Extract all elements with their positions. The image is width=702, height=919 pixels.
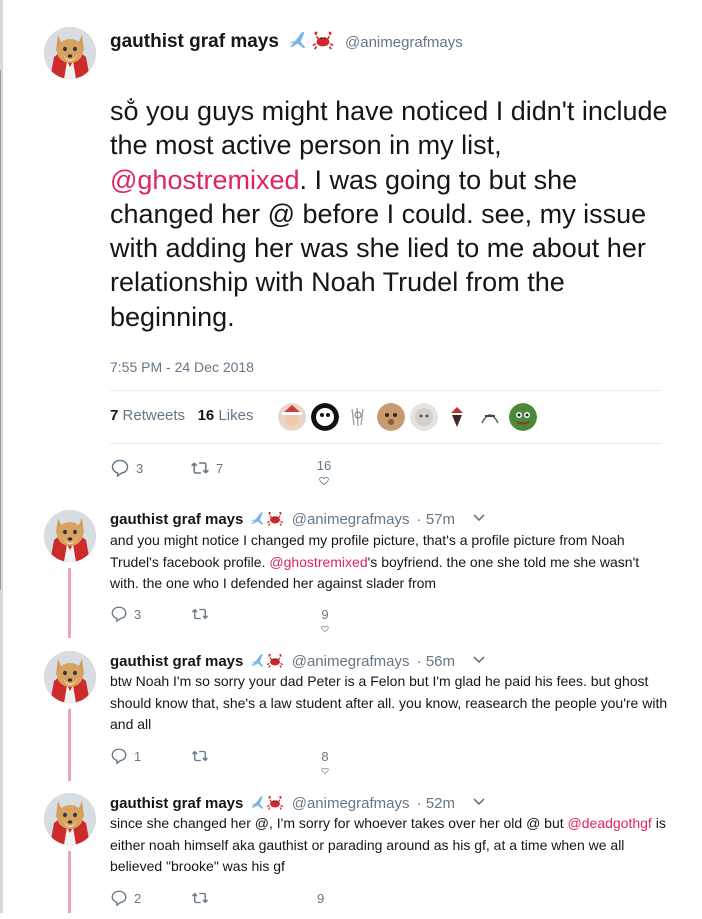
tweet-stats: 7 Retweets 16 Likes	[110, 407, 253, 424]
mention-link[interactable]: @deadgothgf	[568, 815, 652, 831]
mention-link[interactable]: @ghostremixed	[269, 554, 367, 570]
reply-actions: 1 8	[110, 747, 350, 777]
reply-icon	[110, 605, 128, 623]
reply-tweet: gauthist graf mays @animegrafmays · 52m …	[0, 789, 702, 913]
crab-icon	[266, 510, 284, 527]
author-handle[interactable]: @animegrafmays	[292, 795, 410, 812]
avatar[interactable]	[44, 27, 96, 79]
like-count: 9	[321, 607, 329, 622]
chevron-down-icon[interactable]	[473, 651, 485, 668]
crab-icon	[266, 652, 284, 669]
like-button[interactable]: 9	[317, 607, 333, 634]
liker-avatar[interactable]	[476, 403, 504, 431]
tweet-text-part: so̐ you guys might have noticed I didn't…	[110, 96, 668, 161]
reply-header: gauthist graf mays @animegrafmays · 52m	[110, 793, 485, 812]
reply-actions: 3 9	[110, 605, 350, 635]
airplane-icon	[248, 510, 266, 527]
tweet-text: so̐ you guys might have noticed I didn't…	[110, 94, 670, 334]
liker-avatar[interactable]	[377, 403, 405, 431]
like-count: 9	[317, 891, 325, 906]
author-name[interactable]: gauthist graf mays	[110, 653, 243, 670]
reply-header: gauthist graf mays @animegrafmays · 56m	[110, 651, 485, 670]
reply-tweet: gauthist graf mays @animegrafmays · 57m …	[0, 505, 702, 645]
reply-count: 3	[136, 460, 144, 476]
author-handle[interactable]: @animegrafmays	[292, 511, 410, 528]
reply-icon	[110, 889, 128, 907]
avatar[interactable]	[44, 651, 96, 703]
author-name[interactable]: gauthist graf mays	[110, 795, 243, 812]
chevron-down-icon[interactable]	[473, 509, 485, 526]
avatar[interactable]	[44, 510, 96, 562]
author-name[interactable]: gauthist graf mays	[110, 31, 279, 52]
retweet-button[interactable]	[190, 889, 216, 907]
retweet-icon	[190, 747, 210, 765]
reply-count: 3	[134, 606, 142, 622]
liker-avatar[interactable]	[509, 403, 537, 431]
reply-text: btw Noah I'm so sorry your dad Peter is …	[110, 671, 670, 736]
reply-count: 2	[134, 890, 142, 906]
retweet-icon	[190, 458, 210, 478]
like-button[interactable]: 9	[317, 891, 324, 906]
avatar[interactable]	[44, 793, 96, 845]
tweet-author[interactable]: gauthist graf mays	[110, 29, 335, 53]
crab-icon	[311, 29, 335, 51]
reply-button[interactable]: 3	[110, 458, 143, 478]
reply-icon	[110, 458, 130, 478]
heart-icon	[317, 624, 333, 634]
reply-text: and you might notice I changed my profil…	[110, 530, 670, 595]
heart-icon	[315, 475, 333, 487]
reply-button[interactable]: 1	[110, 747, 141, 765]
heart-icon	[317, 766, 333, 776]
reply-text: since she changed her @, I'm sorry for w…	[110, 813, 670, 878]
thread-line	[68, 851, 71, 913]
reply-button[interactable]: 3	[110, 605, 141, 623]
like-button[interactable]: 8	[317, 749, 333, 776]
mention-link[interactable]: @ghostremixed	[110, 165, 300, 195]
airplane-icon	[248, 652, 266, 669]
like-count: 8	[321, 749, 329, 764]
retweet-count: 7	[216, 460, 224, 476]
liker-avatar[interactable]	[443, 403, 471, 431]
author-handle[interactable]: @animegrafmays	[292, 653, 410, 670]
retweet-button[interactable]	[190, 605, 216, 623]
reply-icon	[110, 747, 128, 765]
liker-avatar[interactable]	[278, 403, 306, 431]
liker-avatar[interactable]	[410, 403, 438, 431]
thread-line	[68, 568, 71, 638]
liker-avatar[interactable]	[311, 403, 339, 431]
airplane-icon	[285, 29, 309, 51]
reply-text-part: btw Noah I'm so sorry your dad Peter is …	[110, 673, 668, 732]
reply-header: gauthist graf mays @animegrafmays · 57m	[110, 509, 485, 528]
chevron-down-icon[interactable]	[473, 793, 485, 810]
author-name[interactable]: gauthist graf mays	[110, 511, 243, 528]
reply-tweet: gauthist graf mays @animegrafmays · 56m …	[0, 647, 702, 787]
reply-text-part: since she changed her @, I'm sorry for w…	[110, 815, 568, 831]
crab-icon	[266, 794, 284, 811]
reply-time[interactable]: · 56m	[417, 653, 455, 670]
tweet-actions: 3 7 16	[110, 458, 350, 488]
retweet-button[interactable]: 7	[190, 458, 223, 478]
likes-stat[interactable]: 16 Likes	[198, 407, 254, 424]
reply-count: 1	[134, 748, 142, 764]
retweet-icon	[190, 605, 210, 623]
author-handle[interactable]: @animegrafmays	[345, 34, 463, 51]
like-button[interactable]: 16	[315, 458, 333, 487]
divider	[110, 390, 661, 391]
like-count: 16	[316, 458, 332, 473]
reply-time[interactable]: · 52m	[417, 795, 455, 812]
airplane-icon	[248, 794, 266, 811]
retweet-icon	[190, 889, 210, 907]
reply-time[interactable]: · 57m	[417, 511, 455, 528]
liker-avatar[interactable]	[344, 403, 372, 431]
divider	[110, 443, 661, 444]
tweet-timestamp[interactable]: 7:55 PM - 24 Dec 2018	[110, 359, 254, 375]
reply-actions: 2 9	[110, 889, 350, 919]
retweets-stat[interactable]: 7 Retweets	[110, 407, 185, 424]
thread-line	[68, 709, 71, 781]
reply-button[interactable]: 2	[110, 889, 141, 907]
retweet-button[interactable]	[190, 747, 216, 765]
